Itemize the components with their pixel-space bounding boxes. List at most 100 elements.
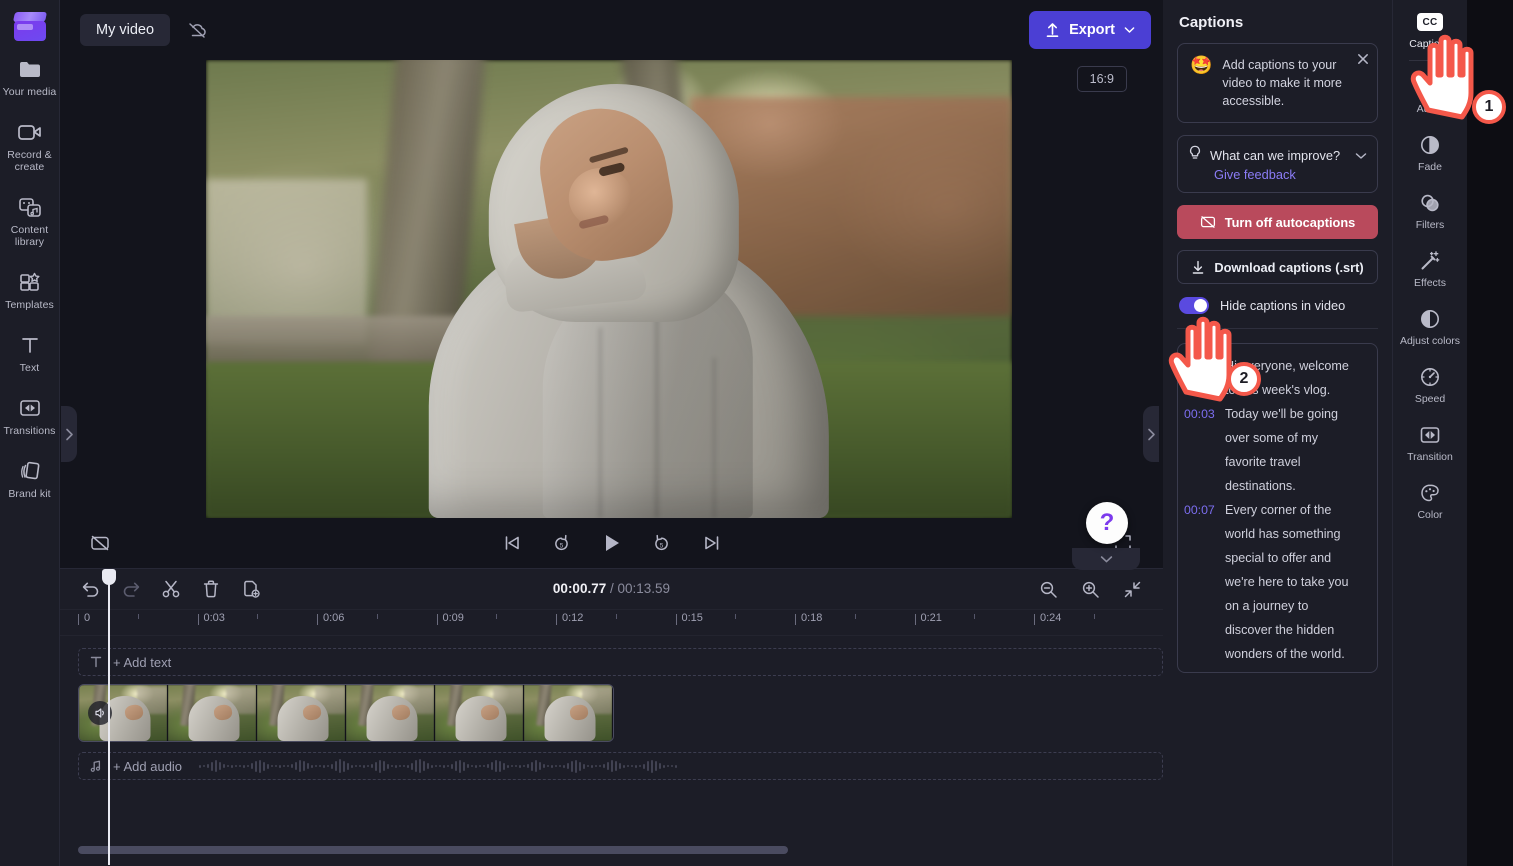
transcript-line[interactable]: on a journey to <box>1184 594 1369 618</box>
captions-info-text: Add captions to your video to make it mo… <box>1222 58 1342 108</box>
transcript-line[interactable]: to this week's vlog. <box>1184 378 1369 402</box>
transcript-list[interactable]: 00:00 Hi everyone, welcome to this week's … <box>1177 343 1378 673</box>
transcript-line[interactable]: over some of my <box>1184 426 1369 450</box>
audio-track-row: + Add audio <box>78 752 1163 780</box>
feedback-card[interactable]: What can we improve? Give feedback <box>1177 135 1378 193</box>
sidebar-item-text[interactable]: Text <box>0 324 60 381</box>
tool-effects[interactable]: Effects <box>1393 239 1467 297</box>
export-button[interactable]: Export <box>1029 11 1151 49</box>
transcript-line[interactable]: destinations. <box>1184 474 1369 498</box>
hide-captions-toggle[interactable] <box>1179 297 1209 314</box>
sidebar-item-label: Content library <box>10 224 49 248</box>
preview-stage: 16:9 5 5 <box>60 60 1163 568</box>
split-button[interactable] <box>158 576 184 602</box>
tool-label: Color <box>1417 509 1443 521</box>
transcript-timestamp <box>1184 642 1218 666</box>
sidebar-item-your-media[interactable]: Your media <box>0 48 60 105</box>
tool-adjust-colors[interactable]: Adjust colors <box>1393 297 1467 355</box>
toggle-preview-captions-button[interactable] <box>86 529 114 557</box>
transcript-line[interactable]: discover the hidden <box>1184 618 1369 642</box>
zoom-in-icon <box>1082 581 1099 598</box>
video-track-row <box>78 684 1163 742</box>
tool-filters[interactable]: Filters <box>1393 181 1467 239</box>
collapse-right-panel-button[interactable] <box>1143 406 1159 462</box>
duplicate-button[interactable] <box>238 576 264 602</box>
sidebar-item-label: Record & create <box>7 149 52 173</box>
cloud-off-button[interactable] <box>180 14 214 46</box>
tool-transition[interactable]: Transition <box>1393 413 1467 471</box>
add-audio-label: + Add audio <box>113 758 183 774</box>
video-clip[interactable] <box>78 684 614 742</box>
delete-button[interactable] <box>198 576 224 602</box>
timeline-scrollbar-track <box>60 846 1163 860</box>
skip-to-end-icon <box>704 536 718 550</box>
color-palette-icon <box>1419 481 1441 505</box>
speed-icon <box>1419 365 1441 389</box>
collapse-left-panel-button[interactable] <box>61 406 77 462</box>
transcript-line[interactable]: 00:03 Today we'll be going <box>1184 402 1369 426</box>
undo-button[interactable] <box>78 576 104 602</box>
sidebar-item-content-library[interactable]: Content library <box>0 186 60 255</box>
transcript-timestamp <box>1184 546 1218 570</box>
fit-to-screen-button[interactable] <box>1119 576 1145 602</box>
feedback-question: What can we improve? <box>1210 148 1341 163</box>
project-title[interactable]: My video <box>80 14 171 46</box>
tool-fade[interactable]: Fade <box>1393 123 1467 181</box>
transitions-icon <box>17 396 43 420</box>
chevron-down-icon[interactable] <box>1355 147 1367 165</box>
tool-audio[interactable]: Audio <box>1393 65 1467 123</box>
play-button[interactable] <box>598 529 626 557</box>
clipchamp-logo[interactable] <box>12 12 47 42</box>
transcript-line[interactable]: world has something <box>1184 522 1369 546</box>
collapse-timeline-tab[interactable] <box>1072 548 1140 570</box>
sidebar-item-transitions[interactable]: Transitions <box>0 387 60 444</box>
timeline-ruler[interactable]: 0 0:03 0:06 0:09 0:12 0:15 0:18 0:21 0:24 <box>60 610 1163 636</box>
turn-off-autocaptions-button[interactable]: Turn off autocaptions <box>1177 205 1378 239</box>
timeline-scrollbar-thumb[interactable] <box>78 846 788 854</box>
text-track-row: + Add text <box>78 648 1163 676</box>
video-preview[interactable] <box>206 60 1012 518</box>
background-gap <box>1467 0 1513 866</box>
sidebar-item-brand-kit[interactable]: Brand kit <box>0 450 60 507</box>
transcript-line[interactable]: 00:00 Hi everyone, welcome <box>1184 354 1369 378</box>
captions-off-icon <box>1200 216 1215 228</box>
music-note-icon <box>79 759 113 773</box>
video-subject <box>393 66 863 518</box>
transcript-text: discover the hidden <box>1225 623 1335 637</box>
help-button[interactable]: ? <box>1086 502 1128 544</box>
clip-mute-button[interactable] <box>88 701 112 725</box>
transcript-line[interactable]: we're here to take you <box>1184 570 1369 594</box>
sidebar-item-record-create[interactable]: Record & create <box>0 111 60 180</box>
transcript-line[interactable]: 00:07 Every corner of the <box>1184 498 1369 522</box>
forward-5-button[interactable]: 5 <box>648 529 676 557</box>
transcript-line[interactable]: special to offer and <box>1184 546 1369 570</box>
zoom-in-button[interactable] <box>1077 576 1103 602</box>
tool-speed[interactable]: Speed <box>1393 355 1467 413</box>
tool-captions[interactable]: CC Captions <box>1393 0 1467 58</box>
give-feedback-link[interactable]: Give feedback <box>1214 167 1367 182</box>
skip-to-start-button[interactable] <box>498 529 526 557</box>
redo-button[interactable] <box>118 576 144 602</box>
aspect-ratio-badge[interactable]: 16:9 <box>1076 66 1127 92</box>
transition-icon <box>1419 423 1441 447</box>
play-icon <box>605 535 619 551</box>
tool-color[interactable]: Color <box>1393 471 1467 529</box>
transcript-line[interactable]: favorite travel <box>1184 450 1369 474</box>
text-track-icon <box>79 655 113 669</box>
total-duration: 00:13.59 <box>617 581 671 596</box>
rewind-5-button[interactable]: 5 <box>548 529 576 557</box>
skip-to-end-button[interactable] <box>698 529 726 557</box>
close-info-card-button[interactable] <box>1357 52 1369 70</box>
add-audio-track-button[interactable]: + Add audio <box>78 752 1163 780</box>
zoom-out-button[interactable] <box>1035 576 1061 602</box>
download-captions-button[interactable]: Download captions (.srt) <box>1177 250 1378 284</box>
sidebar-item-templates[interactable]: Templates <box>0 261 60 318</box>
add-text-track-button[interactable]: + Add text <box>78 648 1163 676</box>
transcript-line[interactable]: wonders of the world. <box>1184 642 1369 666</box>
video-camera-icon <box>17 120 43 144</box>
rewind-5-icon: 5 <box>555 534 568 550</box>
export-label: Export <box>1069 22 1115 38</box>
svg-text:5: 5 <box>660 542 664 549</box>
add-text-label: + Add text <box>113 654 172 670</box>
time-separator: / <box>609 581 614 596</box>
